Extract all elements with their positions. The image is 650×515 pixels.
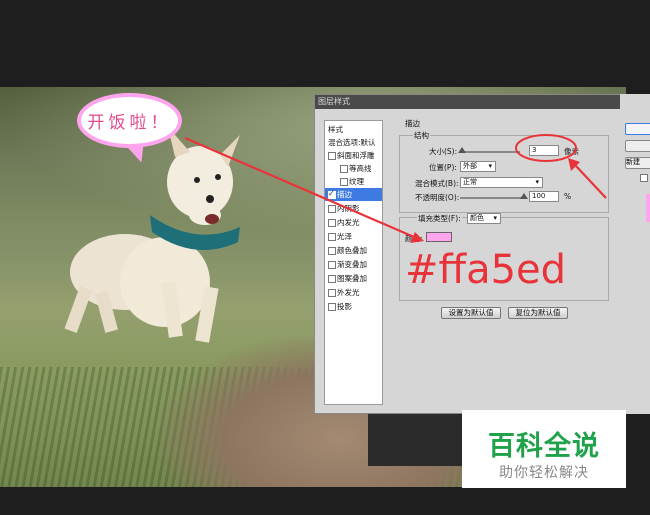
annotation-arrow-icon bbox=[184, 136, 415, 239]
watermark-subtitle: 助你轻松解决 bbox=[499, 465, 589, 481]
watermark-title: 百科全说 bbox=[488, 431, 600, 462]
annotation-arrow-icon bbox=[575, 165, 607, 199]
annotation-arrowhead-icon bbox=[410, 232, 424, 243]
highlight-ellipse bbox=[515, 134, 577, 162]
watermark-logo: 百科全说 助你轻松解决 bbox=[462, 410, 626, 488]
